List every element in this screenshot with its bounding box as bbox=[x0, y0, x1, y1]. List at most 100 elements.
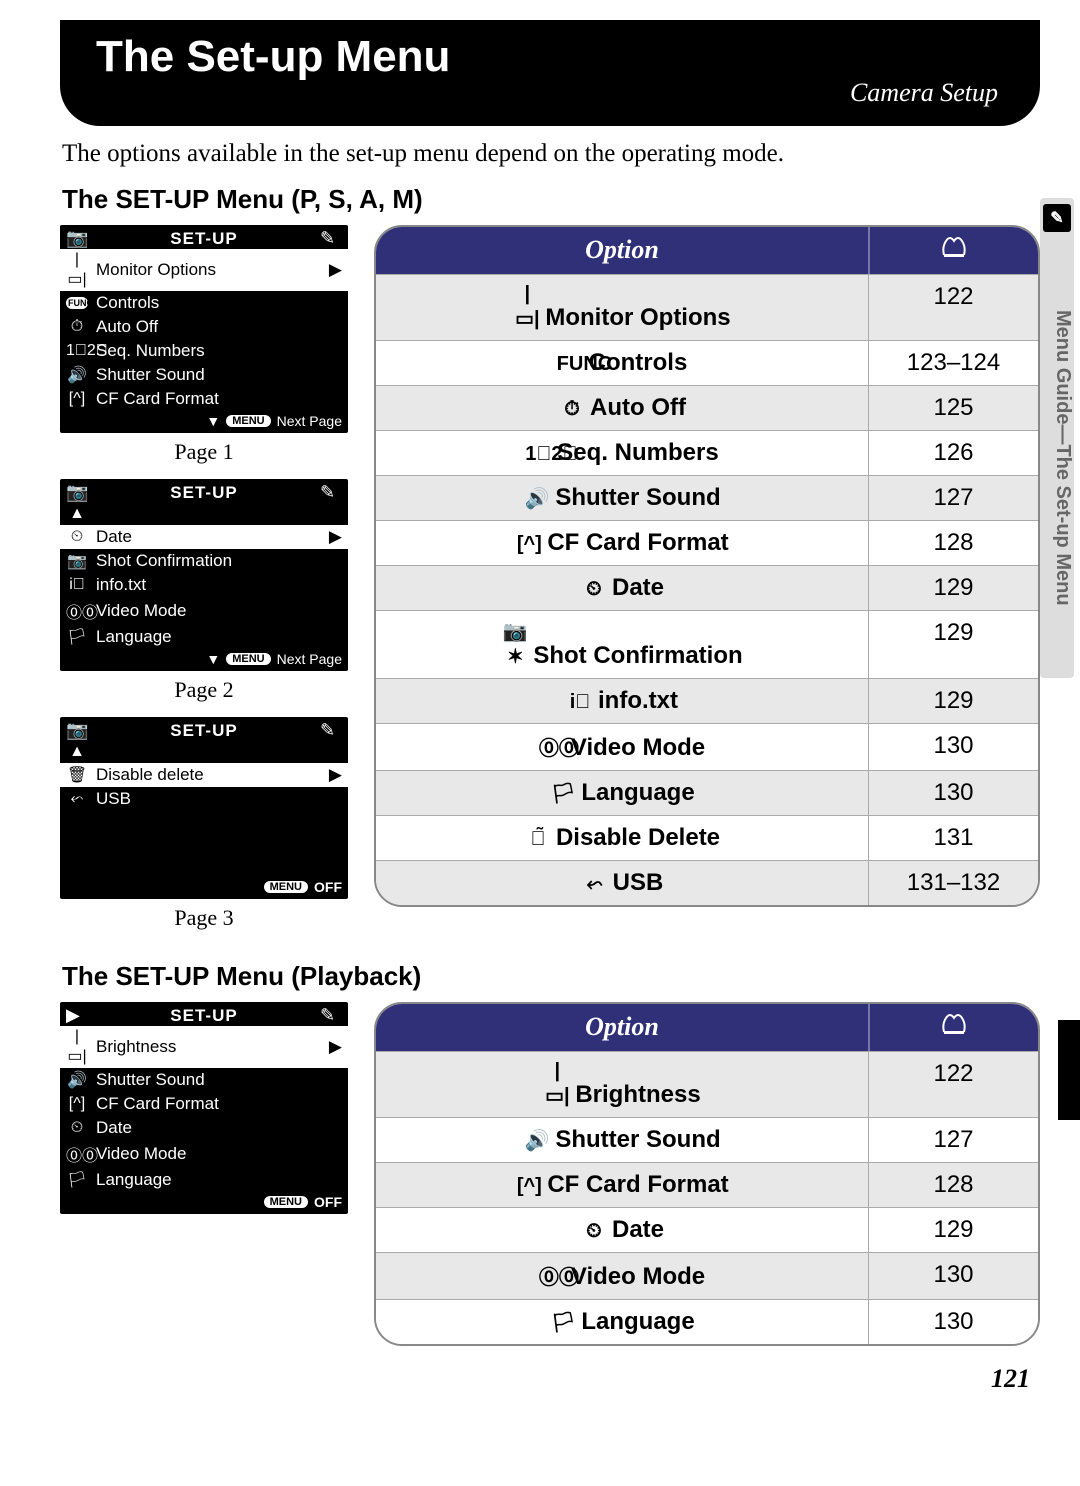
option-table-psam: Option |▭|Monitor Options122FUNCControls… bbox=[374, 225, 1040, 907]
option-label: Controls bbox=[589, 349, 688, 376]
lcd-row bbox=[60, 833, 348, 855]
table-row: ⓪⓪Video Mode 130 bbox=[376, 1252, 1038, 1299]
table-row: i⃣info.txt129 bbox=[376, 678, 1038, 723]
lcd-screenshot-page2: 📷 SET-UP ✎ ▲ ⏲Date▶ 📷Shot Confirmation i… bbox=[60, 479, 348, 671]
option-label: Brightness bbox=[575, 1081, 700, 1108]
thumb-index-bar bbox=[1058, 1020, 1080, 1120]
option-label: Language bbox=[581, 779, 694, 806]
page-subtitle: Camera Setup bbox=[96, 78, 1004, 108]
option-page: 128 bbox=[868, 1163, 1038, 1207]
side-tab-text: Menu Guide—The Set-up Menu bbox=[1052, 310, 1074, 606]
lcd-row: |▭|Brightness▶ bbox=[60, 1026, 348, 1068]
option-page: 130 bbox=[868, 724, 1038, 770]
intro-text: The options available in the set-up menu… bbox=[62, 140, 1038, 168]
option-icon: 📷✶ bbox=[501, 619, 529, 669]
option-label: Shutter Sound bbox=[555, 484, 720, 511]
lcd-title: SET-UP bbox=[88, 721, 320, 741]
lcd-row: FUNCControls bbox=[60, 291, 348, 315]
lcd-row: ⓪⓪Video Mode bbox=[60, 1140, 348, 1168]
lcd-row: i⃣info.txt bbox=[60, 573, 348, 597]
option-label: Date bbox=[612, 574, 664, 601]
table-row: [^]CF Card Format 128 bbox=[376, 520, 1038, 565]
option-page: 122 bbox=[868, 275, 1038, 340]
page-ref-icon bbox=[940, 1012, 968, 1036]
option-label: Seq. Numbers bbox=[557, 439, 718, 466]
page-title: The Set-up Menu bbox=[96, 32, 1004, 82]
option-icon: |▭| bbox=[513, 283, 541, 331]
option-icon: 🏳 bbox=[549, 1310, 577, 1335]
lcd-caption: Page 3 bbox=[60, 905, 348, 931]
lcd-title: SET-UP bbox=[88, 1006, 320, 1026]
option-icon: [^] bbox=[515, 1175, 543, 1198]
lcd-row: ⬿USB bbox=[60, 787, 348, 811]
lcd-row: 🔊Shutter Sound bbox=[60, 1068, 348, 1092]
table-row: 📷✶Shot Confirmation129 bbox=[376, 610, 1038, 678]
page-number: 121 bbox=[60, 1364, 1040, 1394]
option-table-playback: Option |▭|Brightness 122🔊Shutter Sound127… bbox=[374, 1002, 1040, 1346]
option-page: 126 bbox=[868, 431, 1038, 475]
option-icon: 🔊 bbox=[523, 486, 551, 511]
section-heading-playback: The SET-UP Menu (Playback) bbox=[62, 961, 1040, 992]
lcd-row: ⓪⓪Video Mode bbox=[60, 597, 348, 625]
lcd-title: SET-UP bbox=[88, 483, 320, 503]
option-page: 123–124 bbox=[868, 341, 1038, 385]
option-icon: 🗑̃ bbox=[524, 828, 552, 851]
lcd-row: 📷Shot Confirmation bbox=[60, 549, 348, 573]
table-row: ⏱Auto Off125 bbox=[376, 385, 1038, 430]
option-label: Date bbox=[612, 1216, 664, 1243]
pencil-icon: ✎ bbox=[320, 1005, 342, 1026]
option-page: 127 bbox=[868, 476, 1038, 520]
option-icon: [^] bbox=[515, 533, 543, 556]
option-page: 129 bbox=[868, 566, 1038, 610]
option-page: 130 bbox=[868, 1300, 1038, 1344]
lcd-screenshot-page1: 📷 SET-UP ✎ |▭|Monitor Options▶ FUNCContr… bbox=[60, 225, 348, 433]
option-icon: 🏳 bbox=[549, 781, 577, 806]
table-row: |▭|Monitor Options122 bbox=[376, 274, 1038, 340]
camera-icon: 📷 bbox=[66, 228, 88, 249]
lcd-caption: Page 1 bbox=[60, 439, 348, 465]
option-label: info.txt bbox=[598, 687, 678, 714]
lcd-row: [^]CF Card Format bbox=[60, 1092, 348, 1116]
lcd-row: 🗑Disable delete▶ bbox=[60, 763, 348, 787]
option-icon: ⏱ bbox=[558, 398, 586, 421]
lcd-row bbox=[60, 811, 348, 833]
lcd-row: 🔊Shutter Sound bbox=[60, 363, 348, 387]
option-label: Auto Off bbox=[590, 394, 686, 421]
option-icon: FUNC bbox=[557, 353, 585, 376]
camera-icon: 📷 bbox=[66, 482, 88, 503]
pencil-icon: ✎ bbox=[320, 720, 342, 741]
option-page: 128 bbox=[868, 521, 1038, 565]
table-row: 🏳Language130 bbox=[376, 770, 1038, 815]
option-icon: ⓪⓪ bbox=[539, 732, 567, 761]
option-label: Video Mode bbox=[571, 1263, 705, 1290]
option-page: 129 bbox=[868, 1208, 1038, 1252]
table-row: 🔊Shutter Sound 127 bbox=[376, 475, 1038, 520]
lcd-title: SET-UP bbox=[88, 229, 320, 249]
option-label: CF Card Format bbox=[547, 529, 728, 556]
option-icon: ⓪⓪ bbox=[539, 1261, 567, 1290]
option-page: 127 bbox=[868, 1118, 1038, 1162]
lcd-caption: Page 2 bbox=[60, 677, 348, 703]
table-row: [^]CF Card Format 128 bbox=[376, 1162, 1038, 1207]
option-page: 122 bbox=[868, 1052, 1038, 1117]
lcd-row: [^]CF Card Format bbox=[60, 387, 348, 411]
option-icon: 🔊 bbox=[523, 1128, 551, 1153]
lcd-row: ▲ bbox=[60, 741, 348, 763]
option-label: CF Card Format bbox=[547, 1171, 728, 1198]
option-icon: |▭| bbox=[543, 1060, 571, 1108]
table-row: ⏲Date129 bbox=[376, 1207, 1038, 1252]
table-row: 1⃣2⃣Seq. Numbers126 bbox=[376, 430, 1038, 475]
lcd-row: 🏳Language bbox=[60, 625, 348, 649]
table-row: 🔊Shutter Sound127 bbox=[376, 1117, 1038, 1162]
option-page: 131–132 bbox=[868, 861, 1038, 905]
page-title-banner: The Set-up Menu Camera Setup bbox=[60, 20, 1040, 126]
option-page: 130 bbox=[868, 1253, 1038, 1299]
table-row: 🏳Language130 bbox=[376, 1299, 1038, 1344]
table-row: FUNCControls 123–124 bbox=[376, 340, 1038, 385]
option-page: 129 bbox=[868, 611, 1038, 678]
table-row: ⓪⓪Video Mode130 bbox=[376, 723, 1038, 770]
table-row: ⏲Date129 bbox=[376, 565, 1038, 610]
table-row: 🗑̃Disable Delete131 bbox=[376, 815, 1038, 860]
col-option: Option bbox=[376, 1004, 868, 1051]
col-page-ref bbox=[868, 1004, 1038, 1051]
